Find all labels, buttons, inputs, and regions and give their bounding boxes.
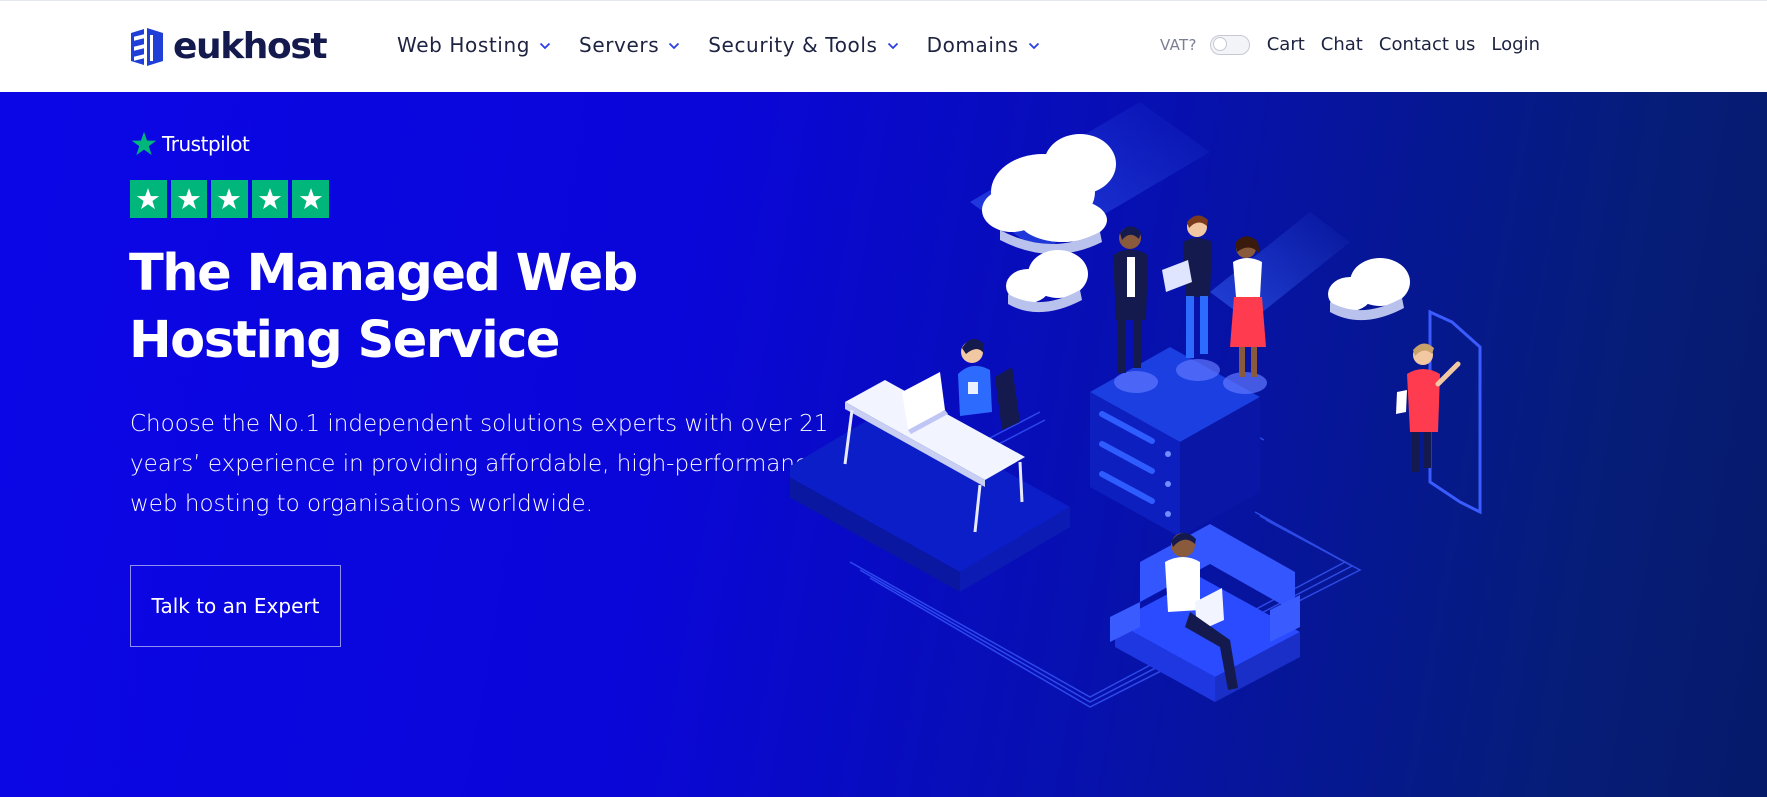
- eukhost-logo-icon: [131, 28, 163, 66]
- hero-description: Choose the No.1 independent solutions ex…: [130, 411, 829, 517]
- talk-to-expert-button[interactable]: Talk to an Expert: [130, 565, 341, 647]
- trustpilot-badge[interactable]: Trustpilot: [130, 130, 250, 158]
- chat-link[interactable]: Chat: [1321, 34, 1363, 55]
- nav-item-label: Domains: [926, 33, 1019, 57]
- hero-title: The Managed Web Hosting Service: [129, 240, 849, 374]
- rating-star: [251, 180, 289, 218]
- chevron-down-icon: [887, 42, 898, 50]
- chevron-down-icon: [539, 42, 551, 50]
- trustpilot-label: Trustpilot: [162, 132, 250, 156]
- nav-item-label: Security & Tools: [708, 33, 878, 57]
- star-icon: [258, 188, 282, 210]
- chevron-down-icon: [1028, 42, 1039, 50]
- nav-security-tools[interactable]: Security & Tools: [708, 33, 898, 57]
- nav-domains[interactable]: Domains: [927, 33, 1040, 57]
- rating-star: [170, 180, 208, 218]
- hero-section: Trustpilot The Managed Web Hosting Servi…: [0, 92, 1767, 797]
- vat-toggle[interactable]: [1209, 34, 1250, 55]
- site-header: eukhost Web Hosting Servers Security & T…: [0, 0, 1767, 92]
- hosting-team-illustration: [790, 102, 1482, 708]
- contact-us-link[interactable]: Contact us: [1379, 34, 1476, 55]
- main-nav: Web Hosting Servers Security & Tools Dom…: [397, 33, 1040, 57]
- nav-servers[interactable]: Servers: [579, 33, 680, 57]
- vat-label: VAT?: [1160, 35, 1197, 54]
- chevron-down-icon: [669, 42, 680, 50]
- utility-nav: VAT? Cart Chat Contact us Login: [1160, 34, 1540, 55]
- nav-item-label: Servers: [579, 33, 660, 57]
- rating-star: [130, 180, 167, 218]
- hero-title-line-1: The Managed Web: [129, 244, 638, 303]
- star-icon: [299, 188, 322, 210]
- eukhost-logo[interactable]: eukhost: [129, 26, 328, 68]
- cart-link[interactable]: Cart: [1267, 34, 1305, 55]
- login-link[interactable]: Login: [1491, 34, 1540, 55]
- trustpilot-star-icon: [131, 131, 157, 156]
- star-icon: [137, 188, 160, 210]
- rating-star: [292, 180, 329, 218]
- trustpilot-rating: [130, 180, 329, 218]
- nav-web-hosting[interactable]: Web Hosting: [397, 33, 551, 57]
- toggle-knob: [1212, 37, 1227, 51]
- hero-title-line-2: Hosting Service: [129, 311, 561, 370]
- nav-item-label: Web Hosting: [397, 33, 531, 57]
- brand-name: eukhost: [173, 26, 328, 67]
- rating-star: [211, 180, 248, 218]
- star-icon: [218, 188, 241, 210]
- star-icon: [177, 188, 201, 210]
